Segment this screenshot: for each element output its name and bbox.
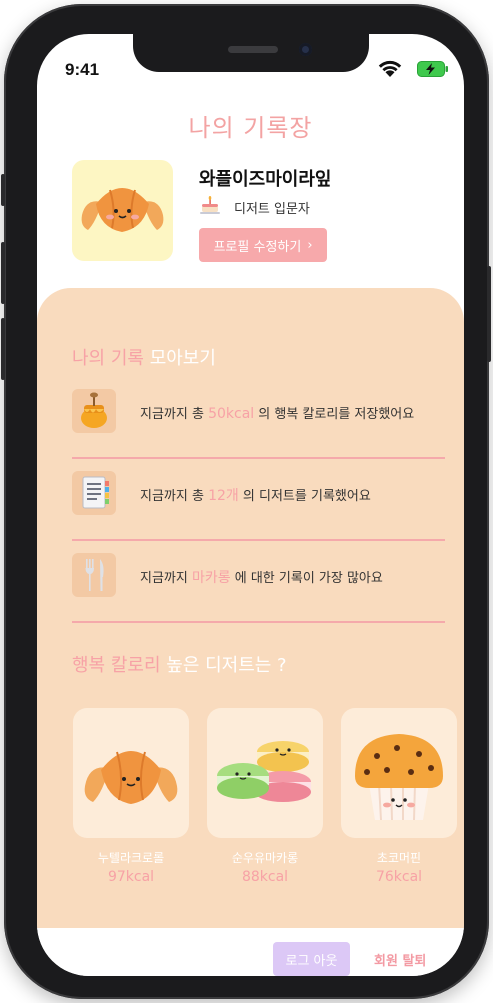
records-title-accent: 나의 기록 <box>72 348 144 369</box>
volume-down-button <box>1 318 5 380</box>
avatar <box>72 160 173 261</box>
stat-count-value: 12개 <box>208 488 239 504</box>
phone-frame: 9:41 나의 기록장 와플이즈마이라잎 디저트 입문자 프로필 수정하기 › … <box>1 4 491 999</box>
chevron-right-icon: › <box>307 237 313 253</box>
stat-calories-value: 50kcal <box>208 406 255 422</box>
dessert-name-3: 초코머핀 <box>376 851 422 865</box>
croissant-icon <box>84 751 178 804</box>
page-title: 나의 기록장 <box>188 114 313 142</box>
dessert-kcal-3: 76kcal <box>375 869 423 885</box>
speaker <box>228 46 278 53</box>
nickname: 와플이즈마이라잎 <box>199 169 332 190</box>
power-button <box>487 266 491 362</box>
dessert-name-2: 순우유마카롱 <box>231 851 299 865</box>
top-desserts-title-accent: 행복 칼로리 <box>72 655 161 676</box>
volume-up-button <box>1 242 5 304</box>
stat-count-text: 지금까지 총 12개 의 디저트를 기록했어요 <box>140 488 371 504</box>
macaron-icon <box>217 741 311 802</box>
dessert-name-1: 누텔라크로롤 <box>97 851 165 865</box>
dessert-card-2[interactable] <box>207 708 323 838</box>
wifi-icon <box>378 60 402 77</box>
withdraw-link[interactable]: 회원 탈퇴 <box>374 950 426 969</box>
croissant-icon <box>81 188 164 232</box>
stat-favorite-value: 마카롱 <box>191 570 231 586</box>
top-desserts-section-title: 행복 칼로리 높은 디저트는 ? <box>72 651 287 677</box>
stat-calories-text: 지금까지 총 50kcal 의 행복 칼로리를 저장했어요 <box>140 406 415 422</box>
muffin-icon <box>355 734 443 821</box>
stat-favorite-text: 지금까지 마카롱 에 대한 기록이 가장 많아요 <box>140 570 383 586</box>
dessert-card-1[interactable] <box>73 708 189 838</box>
level-label: 디저트 입문자 <box>234 202 310 217</box>
records-title-rest: 모아보기 <box>143 348 216 369</box>
stat-row-count: 지금까지 총 12개 의 디저트를 기록했어요 <box>72 459 445 541</box>
logout-button[interactable]: 로그 아웃 <box>273 942 350 976</box>
stat-row-calories: 지금까지 총 50kcal 의 행복 칼로리를 저장했어요 <box>72 377 445 459</box>
front-camera <box>299 43 312 56</box>
notepad-icon <box>72 471 116 515</box>
fork-knife-icon <box>72 553 116 597</box>
status-time: 9:41 <box>65 60 100 79</box>
mute-switch <box>1 174 5 206</box>
app-screen: 9:41 나의 기록장 와플이즈마이라잎 디저트 입문자 프로필 수정하기 › … <box>37 34 464 976</box>
honey-pot-icon <box>72 389 116 433</box>
dessert-card-3[interactable] <box>341 708 457 838</box>
edit-profile-label: 프로필 수정하기 <box>213 239 302 255</box>
stat-row-favorite: 지금까지 마카롱 에 대한 기록이 가장 많아요 <box>72 541 445 623</box>
notch <box>133 34 369 72</box>
dessert-kcal-2: 88kcal <box>241 869 289 885</box>
records-section-title: 나의 기록 모아보기 <box>72 344 216 370</box>
dessert-kcal-1: 97kcal <box>107 869 155 885</box>
top-desserts-title-rest: 높은 디저트는 ? <box>160 655 287 676</box>
cake-icon <box>200 196 220 214</box>
battery-charging-icon <box>417 61 448 77</box>
edit-profile-button[interactable]: 프로필 수정하기 › <box>199 228 327 262</box>
